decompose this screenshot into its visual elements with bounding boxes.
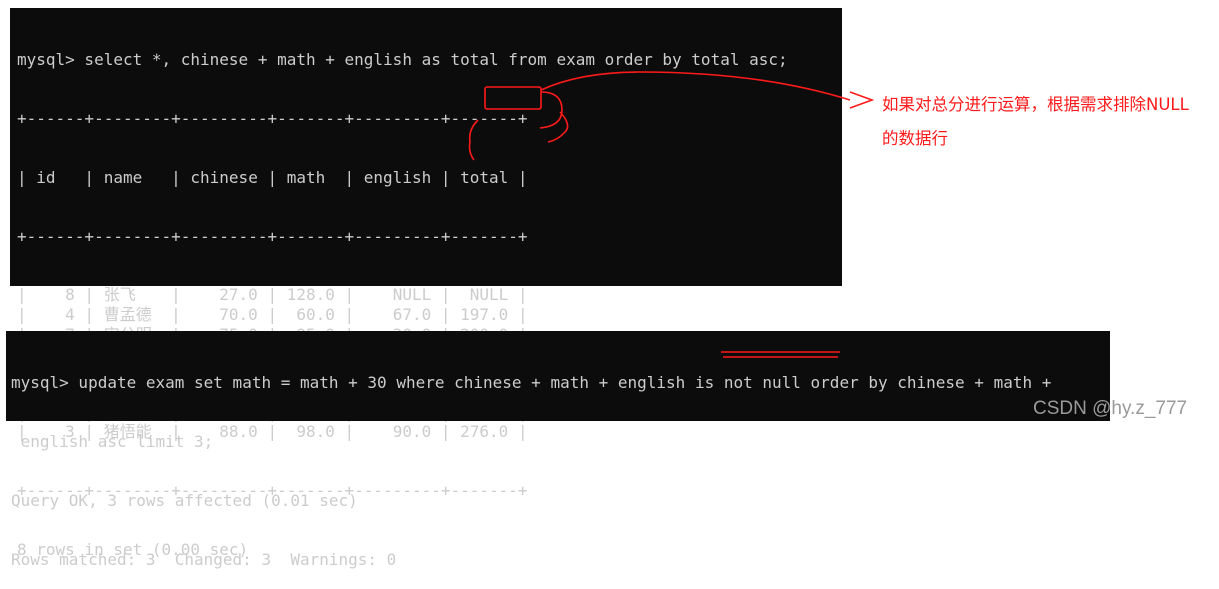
update-command-line-1: mysql> update exam set math = math + 30 … — [11, 373, 1110, 393]
table-header-row: | id | name | chinese | math | english |… — [17, 168, 842, 188]
cell-chinese: 27.0 — [190, 285, 258, 305]
top-terminal-window: mysql> select *, chinese + math + englis… — [10, 8, 842, 559]
cell-total: 197.0 — [460, 304, 509, 324]
table-border-header: +------+--------+---------+-------+-----… — [17, 226, 528, 246]
update-command-start: mysql> update exam set math = math + 30 … — [11, 373, 695, 393]
update-command-line-2: english asc limit 3; — [11, 431, 214, 451]
cell-total: NULL — [460, 285, 509, 305]
cell-math: 128.0 — [286, 285, 335, 305]
query-ok-line: Query OK, 3 rows affected (0.01 sec) — [11, 490, 358, 510]
cell-name: 张飞 — [103, 285, 136, 305]
cell-name: 曹孟德 — [103, 304, 152, 324]
select-command-line: mysql> select *, chinese + math + englis… — [17, 50, 788, 70]
cell-chinese: 70.0 — [190, 304, 258, 324]
table-row: | 4 | 曹孟德 | 70.0 | 60.0 | 67.0 | 197.0 | — [17, 304, 528, 324]
cell-id: 8 — [36, 285, 75, 305]
cell-english: NULL — [363, 285, 432, 305]
cell-id: 4 — [36, 304, 75, 324]
update-command-end: order by chinese + math + — [800, 373, 1052, 393]
table-row: | 8 | 张飞 | 27.0 | 128.0 | NULL | NULL | — [17, 285, 528, 305]
table-border-top: +------+--------+---------+-------+-----… — [17, 108, 528, 128]
cell-english: 67.0 — [363, 304, 432, 324]
cell-math: 60.0 — [286, 304, 335, 324]
annotation-arrowhead — [849, 91, 875, 109]
annotation-note: 如果对总分进行运算，根据需求排除NULL的数据行 — [882, 95, 1189, 148]
rows-matched-line: Rows matched: 3 Changed: 3 Warnings: 0 — [11, 549, 397, 569]
csdn-watermark: CSDN @hy.z_777 — [1033, 398, 1188, 419]
is-not-null-highlight: is not null — [694, 373, 801, 393]
bottom-terminal-window: mysql> update exam set math = math + 30 … — [6, 331, 1110, 569]
table-header-text: | id | name | chinese | math | english |… — [17, 167, 528, 187]
